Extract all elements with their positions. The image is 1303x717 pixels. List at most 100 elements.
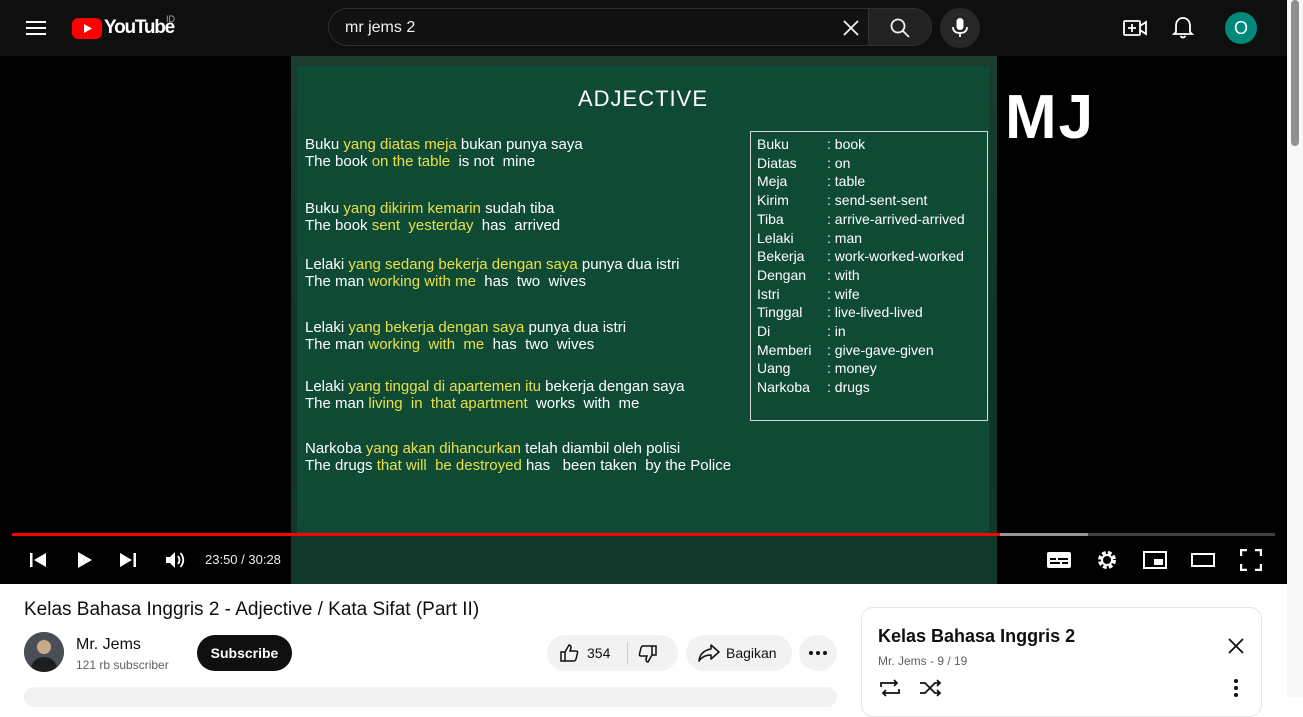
vocab-row: Kirim: send-sent-sent — [757, 192, 927, 208]
vocab-word: Lelaki — [757, 229, 794, 246]
youtube-play-logo-icon — [72, 17, 102, 39]
highlighted-phrase: yang tinggal di apartemen itu — [348, 378, 541, 395]
vocab-meaning: : live-lived-lived — [827, 304, 923, 321]
vocab-word: Tinggal — [757, 304, 803, 321]
like-dislike-group: 354 — [547, 635, 678, 671]
slide-sentence-6-indonesian: Narkoba yang akan dihancurkan telah diam… — [305, 440, 680, 457]
sentence-text: Buku — [305, 136, 344, 153]
vocab-meaning: : money — [827, 360, 877, 377]
more-vertical-icon[interactable] — [1226, 678, 1246, 698]
vocab-word: Meja — [757, 173, 788, 190]
notification-bell-icon[interactable] — [1170, 15, 1196, 41]
highlighted-phrase: living in that apartment — [368, 395, 528, 412]
subscribe-button[interactable]: Subscribe — [197, 635, 292, 671]
vocab-row: Bekerja: work-worked-worked — [757, 248, 964, 264]
microphone-icon — [952, 18, 968, 37]
vocab-meaning: : man — [827, 229, 863, 246]
playlist-title[interactable]: Kelas Bahasa Inggris 2 — [878, 626, 1075, 647]
share-label: Bagikan — [726, 645, 777, 661]
menu-icon[interactable] — [24, 16, 48, 40]
vocab-row: Narkoba : drugs — [757, 379, 870, 395]
channel-avatar[interactable] — [24, 632, 64, 672]
vocab-word: Narkoba — [757, 379, 810, 396]
description-box[interactable] — [24, 687, 837, 707]
youtube-logo[interactable]: YouTube — [72, 17, 175, 39]
sentence-text: The man — [305, 273, 369, 290]
vocab-word: Memberi — [757, 341, 812, 358]
highlighted-phrase: working with me — [368, 273, 476, 290]
subtitles-icon[interactable] — [1046, 550, 1072, 570]
play-icon[interactable] — [74, 550, 94, 570]
vocab-row: Diatas : on — [757, 155, 850, 171]
sentence-text: Lelaki — [305, 378, 349, 395]
sentence-text: punya dua istri — [577, 256, 680, 273]
miniplayer-icon[interactable] — [1143, 550, 1167, 570]
vocab-word: Diatas — [757, 154, 797, 171]
dislike-button[interactable] — [627, 635, 677, 671]
vocabulary-box: Buku : book Diatas : on Meja: table Kirim: se… — [750, 131, 988, 421]
sentence-text: has two wives — [475, 273, 586, 290]
vocab-meaning: : drugs — [827, 379, 870, 396]
vocab-word: Uang — [757, 360, 791, 377]
more-actions-button[interactable] — [799, 635, 837, 671]
like-button[interactable]: 354 — [547, 635, 627, 671]
settings-gear-icon[interactable] — [1096, 549, 1118, 571]
sentence-text: bukan punya saya — [456, 136, 583, 153]
slide-sentence-3-english: The man working with me has two wives — [305, 273, 586, 290]
vocab-meaning: : give-gave-given — [827, 341, 934, 358]
masthead: YouTube ID mr jems 2 O — [0, 0, 1287, 56]
next-icon[interactable] — [118, 550, 138, 570]
search-input[interactable]: mr jems 2 — [328, 8, 868, 46]
channel-name[interactable]: Mr. Jems — [76, 636, 141, 654]
thumbs-up-icon — [560, 644, 579, 662]
vocab-meaning: : send-sent-sent — [827, 192, 928, 209]
video-frame: ADJECTIVE Buku yang diatas meja bukan pu… — [291, 56, 997, 584]
more-horizontal-icon — [809, 651, 827, 655]
highlighted-phrase: sent yesterday — [371, 217, 474, 234]
fullscreen-icon[interactable] — [1240, 549, 1262, 571]
highlighted-phrase: that will be destroyed — [376, 457, 522, 474]
slide-title: ADJECTIVE — [577, 86, 709, 111]
loop-icon[interactable] — [878, 678, 902, 698]
subscriber-count: 121 rb subscriber — [76, 658, 169, 672]
vocab-row: Meja: table — [757, 173, 865, 189]
sentence-text: is not mine — [450, 153, 536, 170]
sentence-text: Lelaki — [305, 256, 349, 273]
theater-mode-icon[interactable] — [1191, 550, 1215, 570]
vocab-word: Buku — [757, 136, 789, 152]
highlighted-phrase: yang dikirim kemarin — [343, 200, 481, 217]
vocab-meaning: : book — [827, 136, 866, 152]
create-video-icon[interactable] — [1122, 15, 1148, 41]
scrollbar-thumb[interactable] — [1291, 0, 1299, 146]
slide-sentence-1-english: The book on the table is not mine — [305, 153, 535, 170]
highlighted-phrase: yang sedang bekerja dengan saya — [348, 256, 578, 273]
vocab-row: Tinggal : live-lived-lived — [757, 304, 923, 320]
sentence-text: Lelaki — [305, 319, 349, 336]
channel-watermark: MJ — [1005, 83, 1096, 152]
search-button[interactable] — [868, 8, 932, 46]
shuffle-icon[interactable] — [918, 678, 942, 698]
search-query: mr jems 2 — [345, 19, 416, 36]
vocab-meaning: : work-worked-worked — [827, 248, 964, 265]
account-avatar[interactable]: O — [1225, 12, 1257, 44]
video-title: Kelas Bahasa Inggris 2 - Adjective / Kat… — [24, 599, 480, 620]
volume-icon[interactable] — [164, 550, 186, 570]
previous-icon[interactable] — [28, 550, 48, 570]
sentence-text: has arrived — [473, 217, 561, 234]
sentence-text: The man — [305, 395, 369, 412]
highlighted-phrase: yang akan dihancurkan — [365, 440, 521, 457]
time-display: 23:50 / 30:28 — [205, 552, 281, 567]
vocab-word: Istri — [757, 285, 780, 302]
sentence-text: The book — [305, 217, 372, 234]
share-icon — [698, 644, 720, 662]
vocab-meaning: : on — [827, 154, 851, 171]
highlighted-phrase: yang bekerja dengan saya — [348, 319, 525, 336]
share-button[interactable]: Bagikan — [686, 635, 792, 671]
vocab-meaning: : wife — [827, 285, 860, 302]
video-player[interactable]: ADJECTIVE Buku yang diatas meja bukan pu… — [0, 56, 1287, 584]
clear-search-icon[interactable] — [841, 18, 861, 38]
vocab-word: Tiba — [757, 210, 784, 227]
close-icon[interactable] — [1226, 636, 1246, 656]
chalkboard-slide: ADJECTIVE Buku yang diatas meja bukan pu… — [297, 66, 989, 534]
voice-search-button[interactable] — [940, 8, 980, 48]
